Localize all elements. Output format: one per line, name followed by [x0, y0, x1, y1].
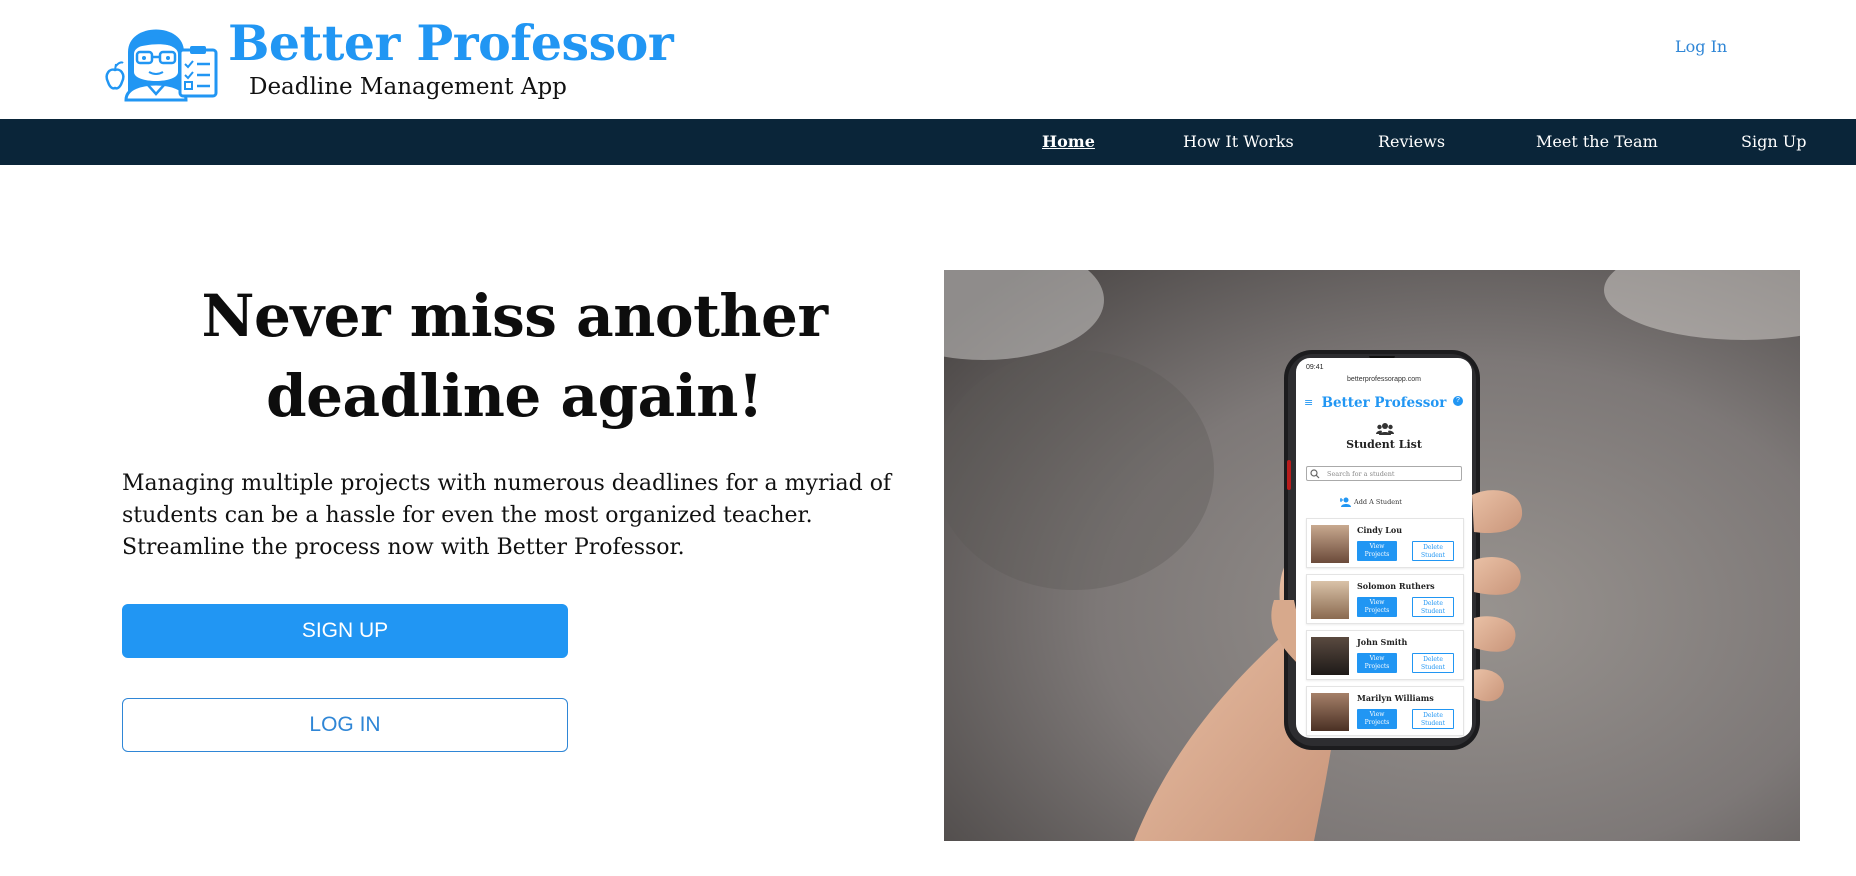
delete-label-2: Student [1420, 552, 1446, 559]
site-header: Better Professor Deadline Management App… [0, 0, 1856, 119]
student-avatar [1311, 637, 1349, 675]
delete-label-2: Student [1420, 608, 1446, 615]
student-card: Solomon Ruthers View Projects Delete Stude… [1306, 574, 1464, 624]
view-label-1: View [1369, 711, 1385, 718]
users-group-icon [1376, 423, 1394, 435]
teacher-logo-icon[interactable] [102, 12, 220, 102]
student-name: Cindy Lou [1357, 525, 1403, 535]
main-nav: Home How It Works Reviews Meet the Team … [0, 119, 1856, 165]
delete-label-2: Student [1420, 720, 1446, 727]
hero-heading-line1: Never miss another [201, 282, 828, 350]
brand-title[interactable]: Better Professor [228, 14, 674, 72]
student-avatar [1311, 525, 1349, 563]
student-name: Solomon Ruthers [1357, 581, 1435, 591]
hero-description: Managing multiple projects with numerous… [122, 468, 922, 564]
delete-student-button[interactable]: Delete Student [1412, 597, 1454, 617]
hero-description-line2: students can be a hassle for even the mo… [122, 503, 813, 528]
hero-heading: Never miss another deadline again! [122, 276, 907, 436]
phone-screen: 09:41 betterprofessorapp.com ≡ Better Pr… [1296, 358, 1472, 738]
delete-label-1: Delete [1423, 712, 1443, 719]
add-user-icon[interactable] [1340, 496, 1352, 508]
student-avatar [1311, 693, 1349, 731]
phone-status-time: 09:41 [1306, 364, 1324, 371]
student-search-input[interactable]: Search for a student [1306, 466, 1462, 481]
student-list-title: Student List [1346, 438, 1422, 451]
delete-student-button[interactable]: Delete Student [1412, 653, 1454, 673]
signup-button[interactable]: SIGN UP [122, 604, 568, 658]
brand-subtitle: Deadline Management App [249, 74, 567, 100]
view-label-1: View [1369, 599, 1385, 606]
view-label-2: Projects [1364, 719, 1390, 726]
hero-heading-line2: deadline again! [266, 362, 763, 430]
hero-description-line3: Streamline the process now with Better P… [122, 535, 685, 560]
nav-home[interactable]: Home [1042, 132, 1095, 151]
help-icon[interactable]: ? [1453, 396, 1463, 406]
search-placeholder: Search for a student [1327, 470, 1395, 478]
student-avatar [1311, 581, 1349, 619]
delete-label-1: Delete [1423, 656, 1443, 663]
nav-meet-the-team[interactable]: Meet the Team [1536, 132, 1658, 151]
view-projects-button[interactable]: View Projects [1357, 541, 1397, 561]
view-projects-button[interactable]: View Projects [1357, 653, 1397, 673]
hero-description-line1: Managing multiple projects with numerous… [122, 471, 892, 496]
header-login-link[interactable]: Log In [1675, 37, 1727, 56]
nav-how-it-works[interactable]: How It Works [1183, 132, 1294, 151]
add-student-link[interactable]: Add A Student [1354, 498, 1402, 506]
delete-label-1: Delete [1423, 600, 1443, 607]
student-name: John Smith [1357, 637, 1408, 647]
student-card: Marilyn Williams View Projects Delete Stud… [1306, 686, 1464, 736]
view-label-1: View [1369, 543, 1385, 550]
view-label-2: Projects [1364, 607, 1390, 614]
view-projects-button[interactable]: View Projects [1357, 597, 1397, 617]
view-projects-button[interactable]: View Projects [1357, 709, 1397, 729]
student-card: John Smith View Projects Delete Student [1306, 630, 1464, 680]
phone-url: betterprofessorapp.com [1347, 376, 1421, 383]
delete-label-2: Student [1420, 664, 1446, 671]
nav-sign-up[interactable]: Sign Up [1741, 132, 1806, 151]
student-card: Cindy Lou View Projects Delete Student [1306, 518, 1464, 568]
view-label-2: Projects [1364, 663, 1390, 670]
phone-app-title: Better Professor [1321, 395, 1447, 411]
search-icon [1310, 469, 1320, 479]
delete-label-1: Delete [1423, 544, 1443, 551]
delete-student-button[interactable]: Delete Student [1412, 541, 1454, 561]
delete-student-button[interactable]: Delete Student [1412, 709, 1454, 729]
student-name: Marilyn Williams [1357, 693, 1434, 703]
login-button[interactable]: LOG IN [122, 698, 568, 752]
nav-reviews[interactable]: Reviews [1378, 132, 1445, 151]
view-label-1: View [1369, 655, 1385, 662]
view-label-2: Projects [1364, 551, 1390, 558]
